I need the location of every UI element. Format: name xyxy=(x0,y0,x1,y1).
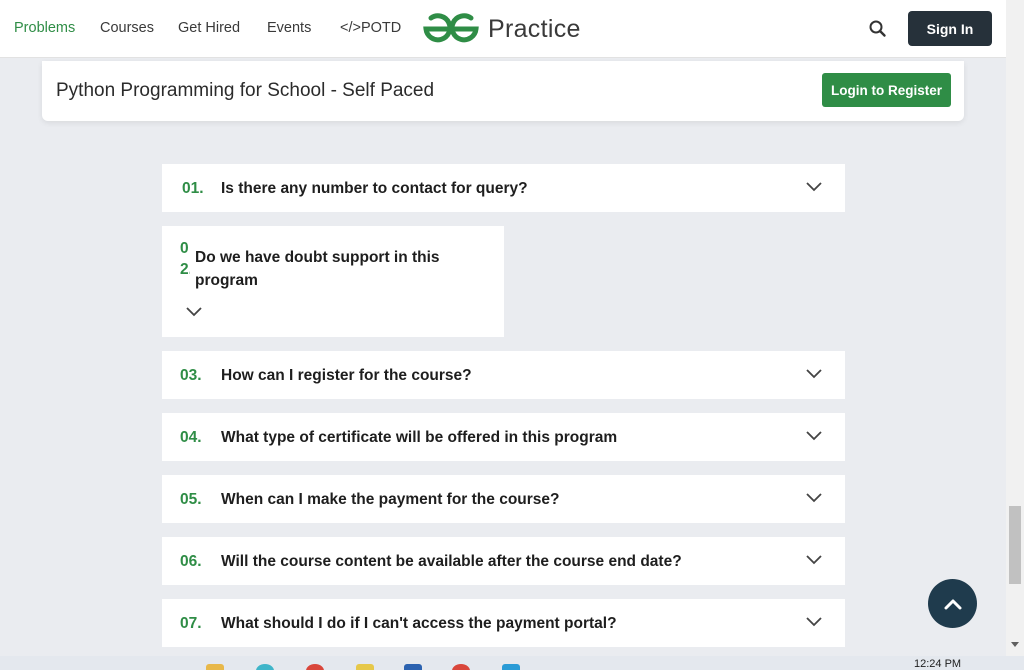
edge-icon[interactable] xyxy=(256,664,274,670)
faq-item-2[interactable]: 02. Do we have doubt support in this pro… xyxy=(162,226,504,337)
faq-number: 04. xyxy=(180,429,202,446)
taskbar-clock: 12:24 PM xyxy=(914,658,962,670)
faq-item-6[interactable]: 06. Will the course content be available… xyxy=(162,537,845,585)
nav-courses[interactable]: Courses xyxy=(100,20,154,36)
chevron-down-icon[interactable] xyxy=(805,554,823,566)
scroll-down-arrow-icon[interactable] xyxy=(1011,642,1019,647)
sign-in-button[interactable]: Sign In xyxy=(908,11,992,46)
app-icon[interactable] xyxy=(404,664,422,670)
faq-number: 01. xyxy=(182,180,204,197)
login-to-register-button[interactable]: Login to Register xyxy=(822,73,951,107)
search-button[interactable] xyxy=(866,17,890,41)
faq-item-4[interactable]: 04. What type of certificate will be off… xyxy=(162,413,845,461)
search-icon xyxy=(869,20,886,37)
app-icon[interactable] xyxy=(306,664,324,670)
chrome-icon[interactable] xyxy=(452,664,470,670)
nav-potd[interactable]: </>POTD xyxy=(340,20,401,36)
gfg-logo-icon xyxy=(423,13,479,43)
scrollbar-thumb[interactable] xyxy=(1009,506,1021,584)
faq-number: 07. xyxy=(180,615,202,632)
app-icon[interactable] xyxy=(356,664,374,670)
page-scrollbar[interactable] xyxy=(1006,0,1024,656)
faq-number: 06. xyxy=(180,553,202,570)
chevron-up-icon xyxy=(944,599,961,609)
faq-number: 05. xyxy=(180,491,202,508)
top-navbar: Problems Courses Get Hired Events </>POT… xyxy=(0,0,1006,58)
faq-question: Is there any number to contact for query… xyxy=(221,180,528,197)
faq-item-3[interactable]: 03. How can I register for the course? xyxy=(162,351,845,399)
chevron-down-icon[interactable] xyxy=(805,368,823,380)
practice-logo[interactable]: Practice xyxy=(422,12,581,46)
chevron-down-icon[interactable] xyxy=(805,492,823,504)
nav-events[interactable]: Events xyxy=(267,20,311,36)
faq-question: What type of certificate will be offered… xyxy=(221,429,618,446)
nav-get-hired[interactable]: Get Hired xyxy=(178,20,240,36)
nav-problems[interactable]: Problems xyxy=(14,20,75,36)
faq-question: How can I register for the course? xyxy=(221,367,472,384)
back-to-top-button[interactable] xyxy=(928,579,977,628)
faq-question: When can I make the payment for the cour… xyxy=(221,491,560,508)
faq-question: Will the course content be available aft… xyxy=(221,553,682,570)
folder-icon[interactable] xyxy=(206,664,224,670)
course-header-bar: Python Programming for School - Self Pac… xyxy=(42,61,964,121)
chevron-down-icon[interactable] xyxy=(805,430,823,442)
faq-item-7[interactable]: 07. What should I do if I can't access t… xyxy=(162,599,845,647)
faq-number: 03. xyxy=(180,367,202,384)
faq-question: What should I do if I can't access the p… xyxy=(221,615,617,632)
chevron-down-icon[interactable] xyxy=(185,306,203,318)
faq-item-1[interactable]: 01. Is there any number to contact for q… xyxy=(162,164,845,212)
faq-item-5[interactable]: 05. When can I make the payment for the … xyxy=(162,475,845,523)
app-icon[interactable] xyxy=(502,664,520,670)
chevron-down-icon[interactable] xyxy=(805,616,823,628)
os-taskbar: 12:24 PM xyxy=(0,656,1024,670)
chevron-down-icon[interactable] xyxy=(805,181,823,193)
course-title: Python Programming for School - Self Pac… xyxy=(56,80,435,101)
logo-text: Practice xyxy=(488,14,581,43)
faq-number: 02. xyxy=(180,240,190,278)
faq-question: Do we have doubt support in this program xyxy=(195,249,440,289)
